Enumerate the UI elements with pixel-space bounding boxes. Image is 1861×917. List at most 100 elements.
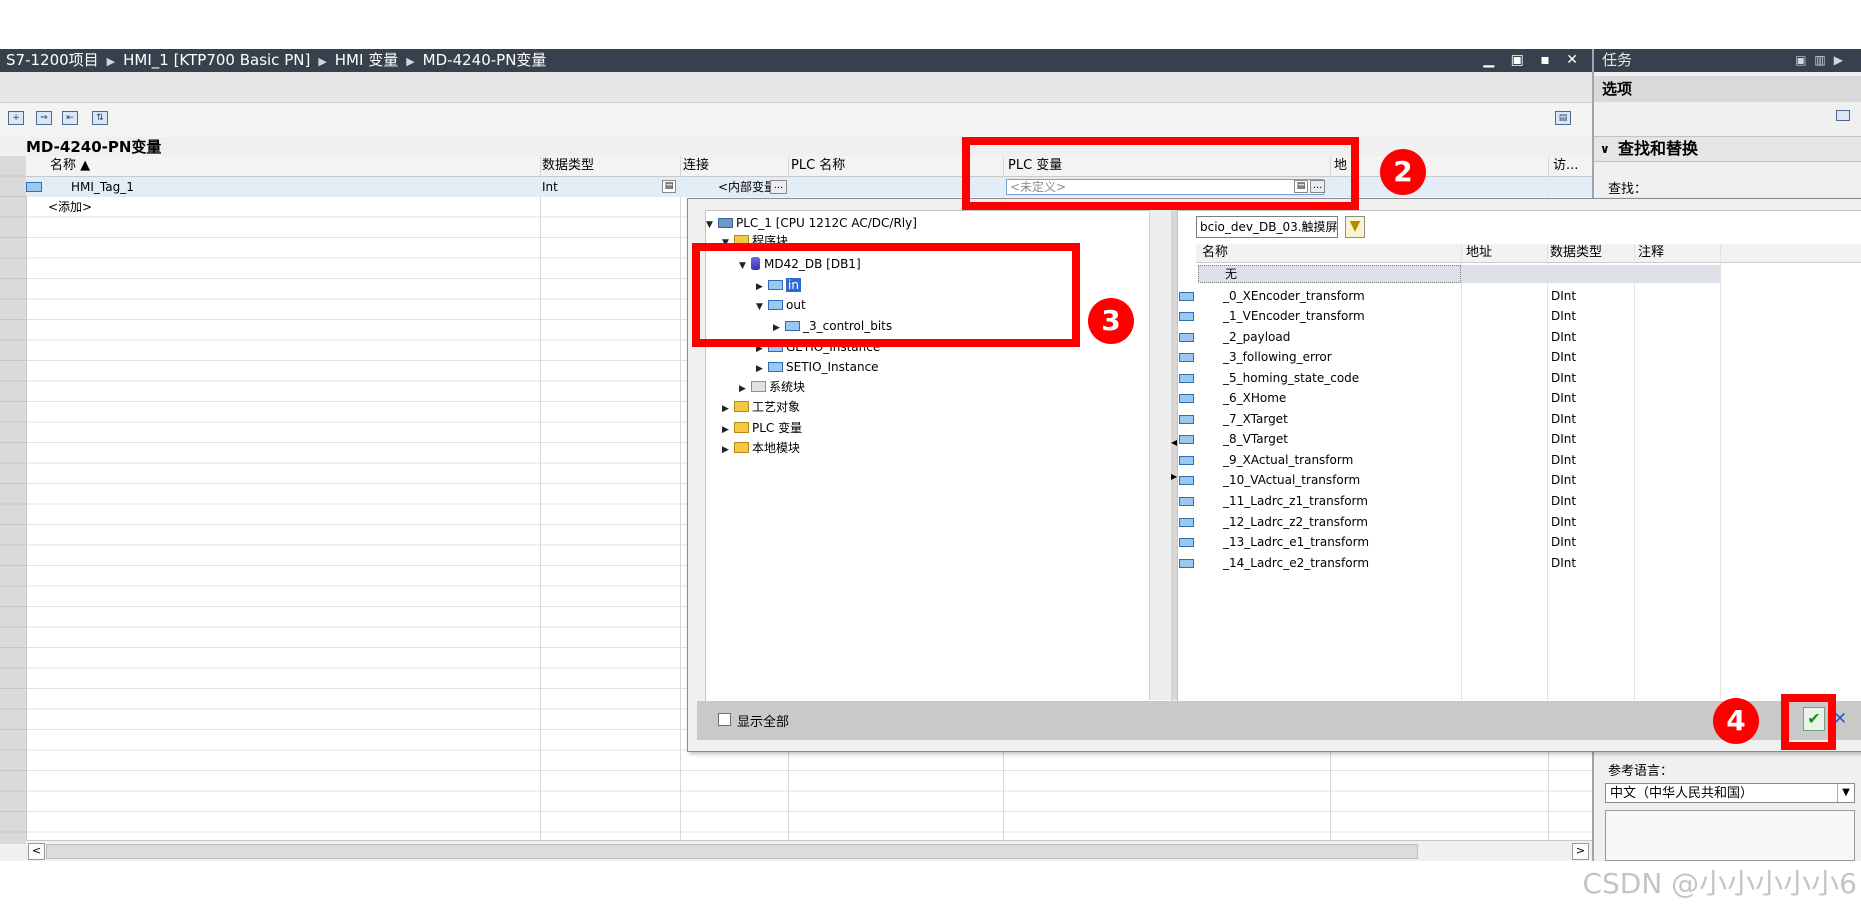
folder-icon	[734, 442, 749, 453]
column-header-datatype[interactable]: 数据类型	[542, 156, 594, 176]
column-header-plc-name[interactable]: PLC 名称	[791, 156, 845, 176]
list-item[interactable]: _11_Ladrc_z1_transform DInt	[1177, 491, 1861, 511]
annotation-box-4	[1781, 694, 1836, 750]
list-item[interactable]: _8_VTarget DInt	[1177, 429, 1861, 449]
tree-item-local-modules[interactable]: ▶ 本地模块	[722, 440, 800, 458]
watermark: CSDN @小小小小小6	[1582, 867, 1857, 900]
variable-icon	[1179, 374, 1194, 383]
tag-datatype-cell[interactable]: Int	[542, 177, 558, 197]
breadcrumb-item-device[interactable]: HMI_1 [KTP700 Basic PN]	[123, 51, 310, 69]
breadcrumb-item-hmi-tags[interactable]: HMI 变量	[335, 51, 398, 69]
tree-label: PLC_1 [CPU 1212C AC/DC/Rly]	[736, 216, 917, 230]
tree-vertical-scrollbar[interactable]	[1149, 210, 1171, 700]
sync-tags-icon[interactable]: ⇅	[92, 111, 108, 125]
annotation-badge-3: 3	[1088, 298, 1134, 344]
variable-name: _2_payload	[1223, 330, 1291, 344]
import-icon[interactable]: ⇤	[62, 111, 78, 125]
tree-item-system-blocks[interactable]: ▶ 系统块	[739, 379, 805, 397]
list-item[interactable]: _0_XEncoder_transform DInt	[1177, 286, 1861, 306]
list-header-comment[interactable]: 注释	[1638, 244, 1664, 262]
list-item[interactable]: _10_VActual_transform DInt	[1177, 470, 1861, 490]
variable-type: DInt	[1551, 473, 1577, 487]
chevron-down-icon[interactable]: ∨	[1600, 137, 1610, 161]
annotation-badge-2: 2	[1380, 149, 1426, 195]
list-item[interactable]: _13_Ladrc_e1_transform DInt	[1177, 532, 1861, 552]
tree-label: SETIO_Instance	[786, 360, 879, 374]
tree-label: PLC 变量	[752, 421, 803, 435]
panel-layout-icon[interactable]	[1836, 110, 1850, 121]
export-icon[interactable]: ⇒	[36, 111, 52, 125]
list-item[interactable]: _14_Ladrc_e2_transform DInt	[1177, 553, 1861, 573]
annotation-box-3	[692, 243, 1080, 347]
find-replace-section[interactable]: ∨ 查找和替换	[1594, 136, 1861, 162]
tag-name-cell[interactable]: HMI_Tag_1	[71, 177, 134, 197]
scroll-right-icon[interactable]: >	[1572, 843, 1589, 860]
breadcrumb-separator-icon: ▶	[406, 55, 415, 68]
column-header-connection[interactable]: 连接	[683, 156, 709, 176]
popup-bottom-bar	[697, 701, 1861, 740]
show-all-label[interactable]: 显示全部	[737, 711, 789, 730]
list-item[interactable]: _12_Ladrc_z2_transform DInt	[1177, 512, 1861, 532]
horizontal-scrollbar[interactable]: < >	[26, 840, 1592, 860]
variable-icon	[1179, 456, 1194, 465]
none-label: 无	[1225, 267, 1238, 281]
collapsed-icon[interactable]: ▶	[739, 381, 751, 397]
variable-name: _11_Ladrc_z1_transform	[1223, 494, 1368, 508]
variable-icon	[1179, 497, 1194, 506]
collapsed-icon[interactable]: ▶	[722, 401, 734, 417]
table-view-icon[interactable]: ▤	[1555, 111, 1571, 125]
column-header-access[interactable]: 访...	[1553, 156, 1578, 176]
list-icon[interactable]: ▤	[662, 180, 676, 193]
add-tag-icon[interactable]: +	[8, 111, 24, 125]
variable-icon	[1179, 353, 1194, 362]
column-divider	[680, 156, 681, 844]
list-item-none[interactable]: 无	[1198, 265, 1461, 283]
variable-name: _1_VEncoder_transform	[1223, 309, 1365, 323]
variable-type: DInt	[1551, 494, 1577, 508]
scrollbar-thumb[interactable]	[46, 844, 1418, 859]
list-item[interactable]: _7_XTarget DInt	[1177, 409, 1861, 429]
tree-item-technology-objects[interactable]: ▶ 工艺对象	[722, 399, 800, 417]
expanded-icon[interactable]: ▼	[706, 217, 718, 233]
variable-name: _7_XTarget	[1223, 412, 1288, 426]
collapsed-icon[interactable]: ▶	[722, 422, 734, 438]
collapsed-icon[interactable]: ▶	[756, 361, 768, 377]
tree-item-setio[interactable]: ▶ SETIO_Instance	[756, 359, 879, 377]
reference-language-select[interactable]: 中文（中华人民共和国） ▼	[1605, 783, 1855, 803]
list-header-name[interactable]: 名称	[1202, 244, 1228, 262]
collapsed-icon[interactable]: ▶	[722, 442, 734, 458]
column-divider	[540, 156, 541, 844]
options-label: 选项	[1602, 80, 1633, 98]
breadcrumb-item-project[interactable]: S7-1200项目	[6, 51, 99, 69]
task-panel-title: 任务 ▣▥▶	[1594, 49, 1861, 72]
column-header-name[interactable]: 名称 ▲	[50, 156, 90, 176]
variable-list-header: 名称 地址 数据类型 注释	[1196, 244, 1861, 263]
list-item[interactable]: _6_XHome DInt	[1177, 388, 1861, 408]
list-header-address[interactable]: 地址	[1466, 244, 1492, 262]
dropdown-arrow-icon[interactable]: ▼	[1837, 784, 1854, 802]
filter-icon[interactable]: ▼	[1345, 216, 1365, 238]
browse-button[interactable]: ...	[770, 180, 787, 194]
variable-name: _12_Ladrc_z2_transform	[1223, 515, 1368, 529]
variable-icon	[1179, 538, 1194, 547]
window-controls[interactable]: ▁ ▣ ▪ ✕	[1483, 49, 1584, 72]
variable-name: _14_Ladrc_e2_transform	[1223, 556, 1370, 570]
variable-type: DInt	[1551, 391, 1577, 405]
variable-icon	[1179, 333, 1194, 342]
list-item[interactable]: _1_VEncoder_transform DInt	[1177, 306, 1861, 326]
list-item[interactable]: _9_XActual_transform DInt	[1177, 450, 1861, 470]
list-header-datatype[interactable]: 数据类型	[1550, 244, 1602, 262]
add-tag-row[interactable]: <添加>	[48, 197, 92, 217]
breadcrumb-item-tag-table[interactable]: MD-4240-PN变量	[423, 51, 547, 69]
variable-name: _3_following_error	[1223, 350, 1332, 364]
show-all-checkbox[interactable]	[718, 713, 731, 726]
tree-item-plc-tags[interactable]: ▶ PLC 变量	[722, 420, 802, 438]
scroll-left-icon[interactable]: <	[28, 843, 45, 860]
list-item[interactable]: _5_homing_state_code DInt	[1177, 368, 1861, 388]
panel-controls-icon[interactable]: ▣▥▶	[1795, 49, 1851, 72]
editor-tab-strip	[0, 72, 1592, 103]
variable-search-input[interactable]: bcio_dev_DB_03.触摸屏	[1196, 216, 1338, 238]
list-item[interactable]: _2_payload DInt	[1177, 327, 1861, 347]
tree-item-plc[interactable]: ▼ PLC_1 [CPU 1212C AC/DC/Rly]	[706, 215, 917, 233]
list-item[interactable]: _3_following_error DInt	[1177, 347, 1861, 367]
